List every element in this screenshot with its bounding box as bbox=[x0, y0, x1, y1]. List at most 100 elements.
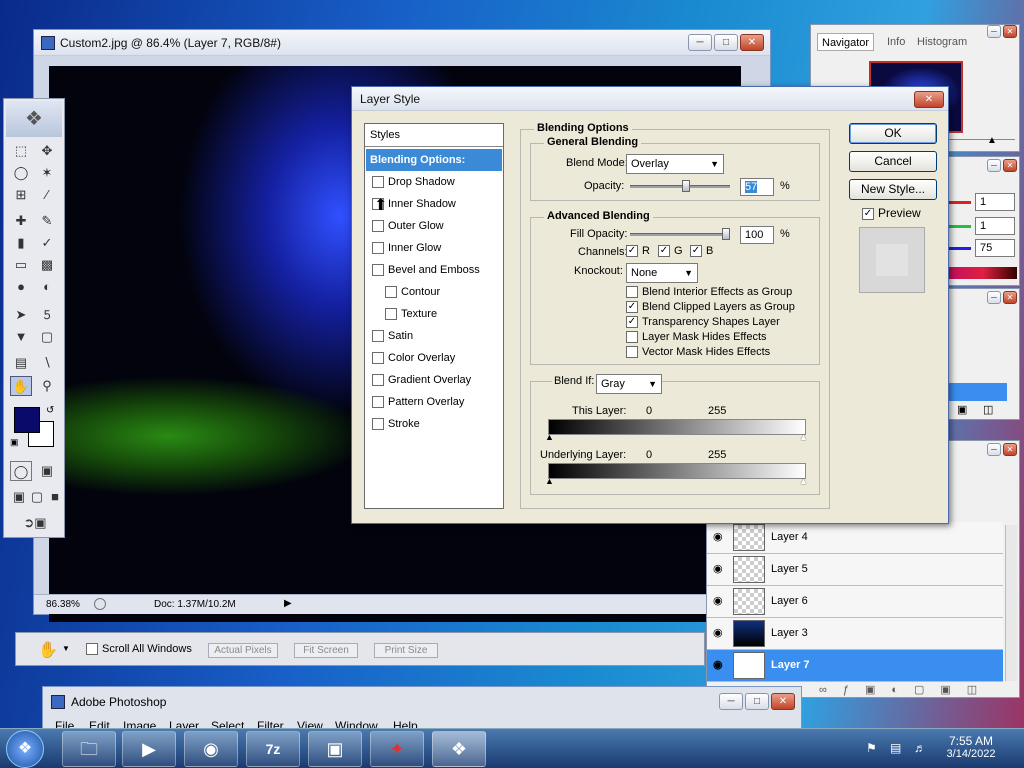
option-blend-clipped[interactable]: ✓ Blend Clipped Layers as Group bbox=[626, 301, 795, 314]
image-window-titlebar[interactable]: Custom2.jpg @ 86.4% (Layer 7, RGB/8#) ─ … bbox=[34, 30, 770, 56]
gradient-overlay-checkbox[interactable] bbox=[372, 374, 384, 387]
history-snapshot-icon[interactable]: ▣ bbox=[957, 403, 967, 416]
status-menu-icon[interactable] bbox=[94, 598, 106, 610]
underlying-black-thumb[interactable]: ▲ bbox=[545, 476, 554, 486]
hand-tool-icon[interactable]: ✋ bbox=[10, 376, 32, 396]
vector-mask-hides-checkbox[interactable] bbox=[626, 346, 638, 359]
layer-mask-hides-checkbox[interactable] bbox=[626, 331, 638, 344]
this-layer-white-thumb[interactable]: ▲ bbox=[799, 432, 808, 442]
layer-row[interactable]: ◉ Layer 3 bbox=[707, 618, 1003, 650]
opacity-slider-thumb[interactable] bbox=[682, 180, 690, 192]
minimize-button[interactable]: ─ bbox=[688, 34, 712, 51]
style-satin[interactable]: Satin bbox=[366, 325, 502, 347]
brush-tool-icon[interactable]: ✎ bbox=[36, 211, 58, 231]
default-colors-icon[interactable]: ▣ bbox=[10, 437, 19, 448]
marquee-tool-icon[interactable]: ⬚ bbox=[10, 141, 32, 161]
close-button[interactable]: ✕ bbox=[740, 34, 764, 51]
style-pattern-overlay[interactable]: Pattern Overlay bbox=[366, 391, 502, 413]
layer-row[interactable]: ◉ Layer 6 bbox=[707, 586, 1003, 618]
style-drop-shadow[interactable]: Drop Shadow bbox=[366, 171, 502, 193]
zoom-in-icon[interactable]: ▲ bbox=[987, 135, 997, 146]
network-icon[interactable]: ▤ bbox=[890, 741, 901, 755]
stroke-checkbox[interactable] bbox=[372, 418, 384, 431]
color-ramp[interactable] bbox=[949, 267, 1017, 279]
media-player-icon[interactable]: ▶ bbox=[122, 731, 176, 767]
print-size-button[interactable]: Print Size bbox=[374, 643, 438, 658]
eraser-tool-icon[interactable]: ▭ bbox=[10, 255, 32, 275]
hand-tool-preset-icon[interactable]: ✋ bbox=[38, 640, 58, 660]
layers-scrollbar[interactable] bbox=[1005, 525, 1017, 681]
drop-shadow-checkbox[interactable] bbox=[372, 176, 384, 189]
photoshop-taskbar-icon[interactable]: ❖ bbox=[432, 731, 486, 767]
style-texture[interactable]: Texture bbox=[366, 303, 502, 325]
new-style-button[interactable]: New Style... bbox=[849, 179, 937, 200]
cancel-button[interactable]: Cancel bbox=[849, 151, 937, 172]
layers-panel-minimize-button[interactable]: ─ bbox=[987, 443, 1001, 456]
option-transparency-shapes[interactable]: ✓ Transparency Shapes Layer bbox=[626, 316, 780, 329]
channel-b-checkbox[interactable]: ✓ bbox=[690, 245, 702, 258]
blend-clipped-checkbox[interactable]: ✓ bbox=[626, 301, 638, 314]
opacity-slider[interactable] bbox=[630, 180, 730, 192]
maximize-button[interactable]: □ bbox=[714, 34, 738, 51]
opacity-field[interactable]: 57 bbox=[740, 178, 774, 196]
move-tool-icon[interactable]: ✥ bbox=[36, 141, 58, 161]
eye-icon[interactable]: ◉ bbox=[713, 594, 723, 607]
style-blending-options[interactable]: Blending Options: Custom bbox=[366, 149, 502, 188]
satin-checkbox[interactable] bbox=[372, 330, 384, 343]
app-minimize-button[interactable]: ─ bbox=[719, 693, 743, 710]
style-color-overlay[interactable]: Color Overlay bbox=[366, 347, 502, 369]
option-vector-mask-hides[interactable]: Vector Mask Hides Effects bbox=[626, 346, 770, 359]
color-panel-minimize-button[interactable]: ─ bbox=[987, 159, 1001, 172]
clone-stamp-icon[interactable]: ▮ bbox=[10, 233, 32, 253]
green-slider[interactable] bbox=[949, 225, 971, 228]
gradient-tool-icon[interactable]: ▩ bbox=[36, 255, 58, 275]
scroll-all-checkbox[interactable] bbox=[86, 643, 98, 656]
panel-close-button[interactable]: ✕ bbox=[1003, 25, 1017, 38]
green-value[interactable]: 1 bbox=[975, 217, 1015, 235]
layers-panel-close-button[interactable]: ✕ bbox=[1003, 443, 1017, 456]
eyedropper-icon[interactable]: ∖ bbox=[36, 353, 58, 373]
zoom-level[interactable]: 86.38% bbox=[46, 599, 80, 610]
status-arrow-icon[interactable]: ▶ bbox=[284, 598, 292, 609]
zoom-tool-icon[interactable]: ⚲ bbox=[36, 376, 58, 396]
style-inner-glow[interactable]: Inner Glow bbox=[366, 237, 502, 259]
style-gradient-overlay[interactable]: Gradient Overlay bbox=[366, 369, 502, 391]
lasso-tool-icon[interactable]: ◯ bbox=[10, 163, 32, 183]
red-value[interactable]: 1 bbox=[975, 193, 1015, 211]
history-panel-close-button[interactable]: ✕ bbox=[1003, 291, 1017, 304]
clock[interactable]: 7:55 AM 3/14/2022 bbox=[944, 734, 998, 760]
jump-to-imageready-icon[interactable]: ➲▣ bbox=[18, 513, 52, 533]
layer-row-selected[interactable]: ◉ Layer 7 bbox=[707, 650, 1003, 682]
app-close-button[interactable]: ✕ bbox=[771, 693, 795, 710]
eye-icon[interactable]: ◉ bbox=[713, 562, 723, 575]
crop-tool-icon[interactable]: ⊞ bbox=[10, 185, 32, 205]
fill-opacity-slider-thumb[interactable] bbox=[722, 228, 730, 240]
eye-icon[interactable]: ◉ bbox=[713, 530, 723, 543]
layer-row[interactable]: ◉ Layer 5 bbox=[707, 554, 1003, 586]
slice-tool-icon[interactable]: ∕ bbox=[36, 185, 58, 205]
eye-icon[interactable]: ◉ bbox=[713, 626, 723, 639]
standard-mode-icon[interactable]: ◯ bbox=[10, 461, 32, 481]
style-contour[interactable]: Contour bbox=[366, 281, 502, 303]
magic-wand-icon[interactable]: ✶ bbox=[36, 163, 58, 183]
underlying-layer-gradient-slider[interactable] bbox=[548, 463, 806, 479]
history-brush-icon[interactable]: ✓ bbox=[36, 233, 58, 253]
this-layer-gradient-slider[interactable] bbox=[548, 419, 806, 435]
layers-footer-icons[interactable]: ∞ƒ▣◐▢▣◫ bbox=[819, 683, 993, 696]
volume-icon[interactable]: ♬ bbox=[914, 741, 926, 755]
style-bevel-emboss[interactable]: Bevel and Emboss bbox=[366, 259, 502, 281]
channel-g-checkbox[interactable]: ✓ bbox=[658, 245, 670, 258]
notes-tool-icon[interactable]: ▤ bbox=[10, 353, 32, 373]
texture-checkbox[interactable] bbox=[385, 308, 397, 321]
tab-navigator[interactable]: Navigator bbox=[817, 33, 875, 51]
tab-info[interactable]: Info bbox=[883, 33, 909, 51]
this-layer-black-thumb[interactable]: ▲ bbox=[545, 432, 554, 442]
type-tool-icon[interactable]: 𝟻 bbox=[36, 305, 58, 325]
7zip-icon[interactable]: 7z bbox=[246, 731, 300, 767]
layer-row[interactable]: ◉ Layer 4 bbox=[707, 522, 1003, 554]
dodge-tool-icon[interactable]: ◐ bbox=[36, 277, 58, 297]
history-panel-minimize-button[interactable]: ─ bbox=[987, 291, 1001, 304]
fit-screen-button[interactable]: Fit Screen bbox=[294, 643, 358, 658]
actual-pixels-button[interactable]: Actual Pixels bbox=[208, 643, 278, 658]
outer-glow-checkbox[interactable] bbox=[372, 220, 384, 233]
